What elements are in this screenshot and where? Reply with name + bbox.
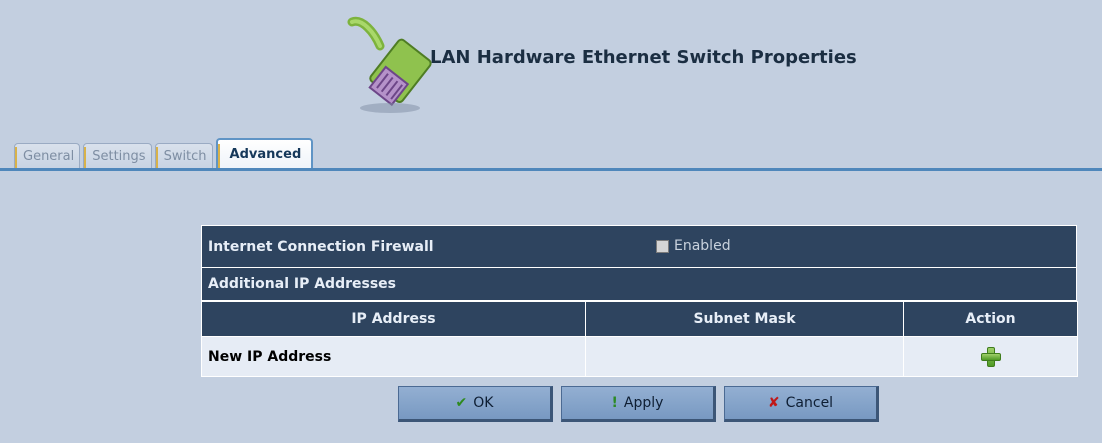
ip-address-table: IP Address Subnet Mask Action New IP Add… [201, 301, 1078, 377]
advanced-panel: Internet Connection Firewall Enabled Add… [201, 225, 1078, 377]
column-header-action: Action [903, 301, 1078, 337]
page-title: LAN Hardware Ethernet Switch Properties [430, 47, 857, 68]
cancel-button[interactable]: ✘ Cancel [724, 386, 879, 422]
action-cell [903, 336, 1078, 377]
tab-divider [0, 168, 1102, 171]
exclamation-icon: ! [611, 395, 618, 411]
column-header-subnet-mask: Subnet Mask [585, 301, 904, 337]
additional-ip-label: Additional IP Addresses [208, 276, 396, 292]
apply-button[interactable]: ! Apply [561, 386, 716, 422]
cancel-button-label: Cancel [785, 395, 834, 411]
ok-button-label: OK [473, 395, 494, 411]
page-header: LAN Hardware Ethernet Switch Properties [0, 0, 1102, 130]
add-icon[interactable] [980, 346, 1001, 367]
tab-advanced[interactable]: Advanced [215, 138, 314, 169]
ethernet-cable-icon [347, 16, 432, 113]
firewall-row: Internet Connection Firewall Enabled [201, 225, 1077, 268]
tab-bar: General Settings Switch Advanced [14, 138, 316, 169]
additional-ip-header: Additional IP Addresses [201, 268, 1077, 301]
tab-settings[interactable]: Settings [83, 143, 152, 169]
firewall-label: Internet Connection Firewall [208, 239, 434, 255]
subnet-mask-cell [585, 336, 904, 377]
firewall-enabled-checkbox[interactable] [656, 240, 669, 253]
x-mark-icon: ✘ [767, 395, 780, 411]
checkmark-icon: ✔ [455, 395, 468, 411]
table-row: New IP Address [201, 336, 1078, 377]
firewall-enabled-label[interactable]: Enabled [674, 238, 731, 254]
tab-switch[interactable]: Switch [154, 143, 213, 169]
column-header-ip-address: IP Address [201, 301, 586, 337]
new-ip-address-link[interactable]: New IP Address [201, 336, 586, 377]
apply-button-label: Apply [623, 395, 664, 411]
tab-general[interactable]: General [14, 143, 81, 169]
ok-button[interactable]: ✔ OK [398, 386, 553, 422]
button-bar: ✔ OK ! Apply ✘ Cancel [398, 386, 887, 422]
